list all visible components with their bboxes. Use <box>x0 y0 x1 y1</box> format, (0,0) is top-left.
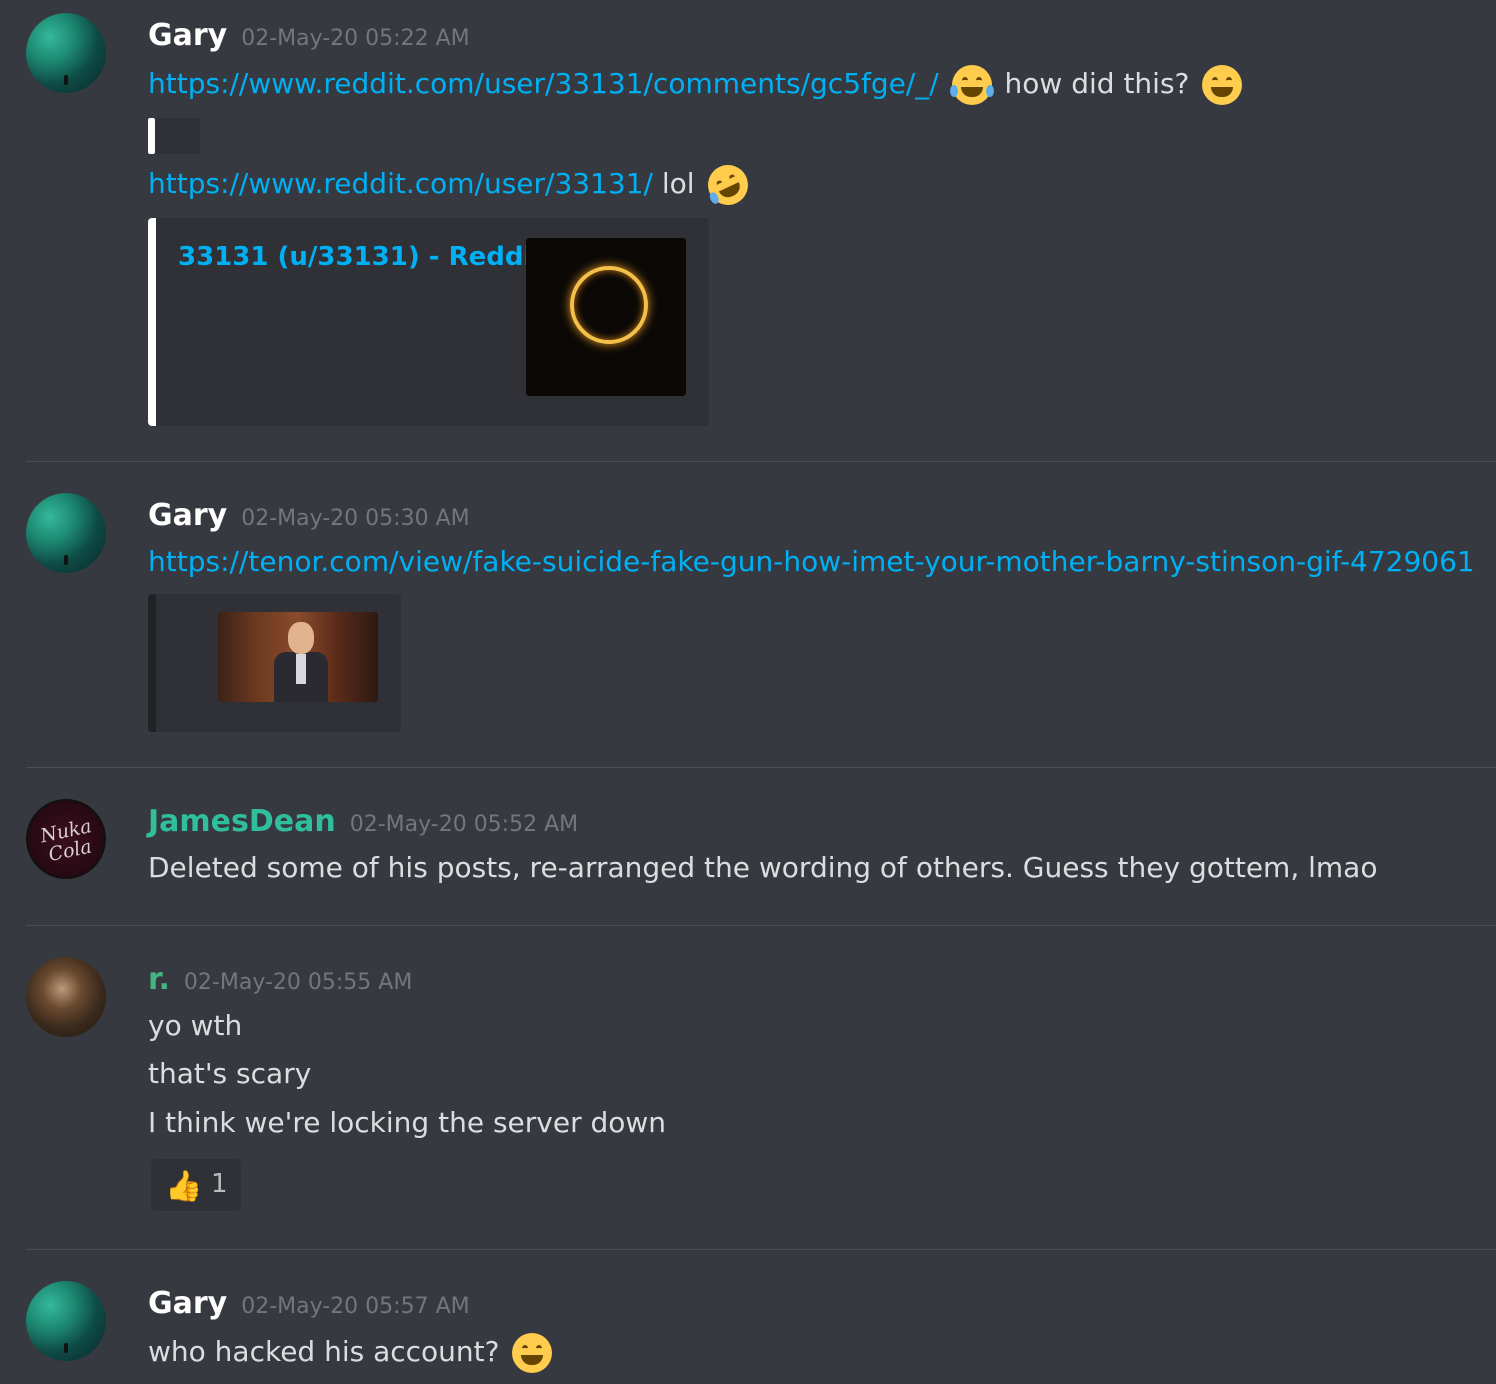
avatar-logo-text: Nuka Cola <box>38 815 94 867</box>
message-text: I think we're locking the server down <box>148 1106 667 1139</box>
avatar-gary[interactable] <box>26 493 106 573</box>
smile-emoji <box>512 1333 553 1373</box>
rofl-emoji <box>700 158 755 212</box>
embed-accent-bar <box>148 218 156 426</box>
username[interactable]: Gary <box>148 498 227 533</box>
timestamp: 02-May-20 05:22 AM <box>241 26 470 51</box>
timestamp: 02-May-20 05:30 AM <box>241 506 470 531</box>
message-divider <box>26 767 1496 768</box>
message-divider <box>26 1249 1496 1250</box>
message-line: who hacked his account? <box>148 1333 556 1373</box>
timestamp: 02-May-20 05:55 AM <box>183 970 413 995</box>
message-line: https://www.reddit.com/user/33131/commen… <box>148 65 1246 105</box>
username[interactable]: Gary <box>148 18 227 53</box>
joy-emoji <box>949 65 994 105</box>
avatar-gary[interactable] <box>26 1281 106 1361</box>
message-line: https://tenor.com/view/fake-suicide-fake… <box>148 545 1475 578</box>
message-divider <box>26 461 1496 462</box>
embed-title[interactable]: 33131 (u/33131) - Reddit <box>178 242 545 272</box>
message-text: how did this? <box>1004 67 1190 100</box>
message-text: who hacked his account? <box>148 1335 500 1368</box>
message-header: Gary 02-May-20 05:22 AM <box>148 18 470 53</box>
message-divider <box>26 925 1496 926</box>
spoiler-block[interactable] <box>148 118 200 154</box>
reaction-thumbs-up[interactable]: 👍 1 <box>151 1159 241 1211</box>
avatar-r[interactable] <box>26 957 106 1037</box>
reaction-count: 1 <box>211 1169 228 1199</box>
tenor-gif-link[interactable]: https://tenor.com/view/fake-suicide-fake… <box>148 545 1475 578</box>
embed-thumbnail-eclipse[interactable] <box>526 238 686 396</box>
avatar-jamesdean[interactable]: Nuka Cola <box>26 799 106 879</box>
username[interactable]: JamesDean <box>148 804 336 839</box>
embed-accent-bar <box>148 594 156 732</box>
gif-thumbnail[interactable] <box>218 612 378 702</box>
avatar-gary[interactable] <box>26 13 106 93</box>
message-text: Deleted some of his posts, re-arranged t… <box>148 851 1378 884</box>
reddit-user-link[interactable]: https://www.reddit.com/user/33131/ <box>148 167 653 200</box>
message-header: r. 02-May-20 05:55 AM <box>148 962 412 997</box>
gif-embed <box>148 594 401 732</box>
thumbs-up-emoji: 👍 <box>165 1169 203 1204</box>
timestamp: 02-May-20 05:52 AM <box>349 812 579 837</box>
reddit-comment-link[interactable]: https://www.reddit.com/user/33131/commen… <box>148 67 939 100</box>
link-embed: 33131 (u/33131) - Reddit <box>148 218 709 426</box>
message-text: lol <box>661 167 695 200</box>
username[interactable]: Gary <box>148 1286 227 1321</box>
message-text: yo wth <box>148 1009 243 1042</box>
message-header: Gary 02-May-20 05:57 AM <box>148 1286 470 1321</box>
message-header: JamesDean 02-May-20 05:52 AM <box>148 804 578 839</box>
smile-emoji <box>1202 65 1243 105</box>
message-line: https://www.reddit.com/user/33131/ lol <box>148 158 755 212</box>
message-header: Gary 02-May-20 05:30 AM <box>148 498 470 533</box>
timestamp: 02-May-20 05:57 AM <box>241 1294 470 1319</box>
username[interactable]: r. <box>148 962 170 997</box>
message-text: that's scary <box>148 1057 312 1090</box>
